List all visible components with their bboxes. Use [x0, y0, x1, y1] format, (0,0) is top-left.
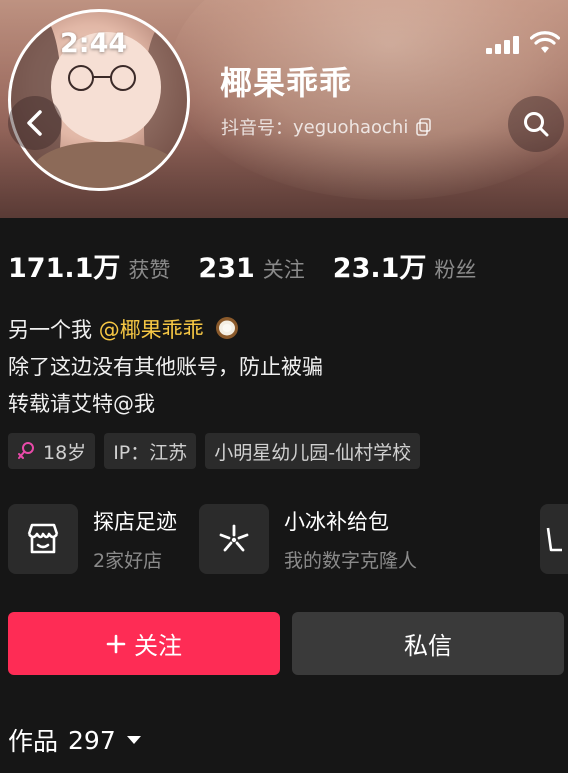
stat-value: 231	[198, 253, 255, 284]
stat-label: 粉丝	[434, 258, 477, 282]
stat-likes: 171.1万 获赞	[8, 246, 170, 285]
chevron-left-icon	[27, 110, 42, 136]
message-label: 私信	[404, 632, 452, 660]
bio-line-2: 除了这边没有其他账号，防止被骗	[8, 355, 323, 379]
sparkle-icon	[219, 524, 249, 552]
stat-following[interactable]: 231 关注	[198, 253, 304, 284]
profile-stats: 171.1万 获赞 231 关注 23.1万 粉丝	[8, 246, 504, 285]
card-xiaobing-pack[interactable]: 小冰补给包 我的数字克隆人	[199, 504, 417, 574]
stat-label: 获赞	[128, 258, 171, 282]
follow-button[interactable]: 关注	[8, 612, 280, 675]
wifi-icon	[530, 31, 560, 53]
works-tab[interactable]: 作品 297	[8, 722, 142, 758]
tag-label: 18岁	[43, 441, 87, 464]
tag-school[interactable]: 小明星幼儿园-仙村学校	[205, 433, 421, 469]
cup-icon	[546, 527, 562, 552]
stat-value: 171.1万	[8, 253, 121, 284]
search-icon	[524, 112, 549, 137]
plus-icon	[106, 634, 126, 653]
stat-followers[interactable]: 23.1万 粉丝	[333, 246, 477, 285]
message-button[interactable]: 私信	[292, 612, 564, 675]
bio: 另一个我 @椰果乖乖 除了这边没有其他账号，防止被骗 转载请艾特@我	[8, 312, 323, 423]
bio-mention-link[interactable]: @椰果乖乖	[99, 318, 204, 342]
shop-icon	[27, 523, 59, 554]
stat-value: 23.1万	[332, 253, 427, 284]
glasses-graphic	[68, 65, 136, 91]
bio-line-3: 转载请艾特@我	[8, 392, 155, 416]
tag-label: 小明星幼儿园-仙村学校	[214, 441, 412, 464]
tag-age: 18岁	[8, 433, 96, 469]
follow-label: 关注	[134, 632, 182, 660]
card-title: 小冰补给包	[284, 509, 389, 534]
cellular-signal-icon	[486, 36, 519, 54]
douyin-id[interactable]: 抖音号： yeguohaochi	[221, 114, 432, 140]
card-title: 探店足迹	[93, 509, 177, 534]
back-button[interactable]	[8, 96, 62, 150]
card-store-visits[interactable]: 探店足迹 2家好店	[8, 504, 177, 574]
caret-down-icon	[126, 736, 141, 744]
tag-ip-location: IP：江苏	[104, 433, 197, 469]
profile-tags: 18岁 IP：江苏 小明星幼儿园-仙村学校	[8, 433, 421, 469]
douyin-id-value: yeguohaochi	[293, 116, 409, 138]
works-label: 作品	[8, 727, 59, 756]
tag-label: IP：江苏	[113, 441, 188, 464]
female-icon	[18, 442, 34, 459]
stat-label: 关注	[262, 258, 305, 282]
feature-cards: 探店足迹 2家好店 小冰补给包 我的数字克隆人	[8, 504, 439, 574]
card-subtitle: 2家好店	[93, 549, 163, 572]
status-time: 2:44	[60, 28, 128, 59]
card-subtitle: 我的数字克隆人	[284, 549, 418, 572]
works-count: 297	[68, 725, 116, 755]
card-partial-next[interactable]	[540, 504, 568, 574]
profile-name: 椰果乖乖	[220, 64, 353, 102]
bio-line-1: 另一个我 @椰果乖乖	[8, 312, 323, 349]
coconut-emoji-icon	[216, 317, 239, 339]
search-button[interactable]	[508, 96, 564, 152]
copy-icon[interactable]	[416, 118, 432, 136]
douyin-id-label: 抖音号：	[221, 118, 293, 139]
